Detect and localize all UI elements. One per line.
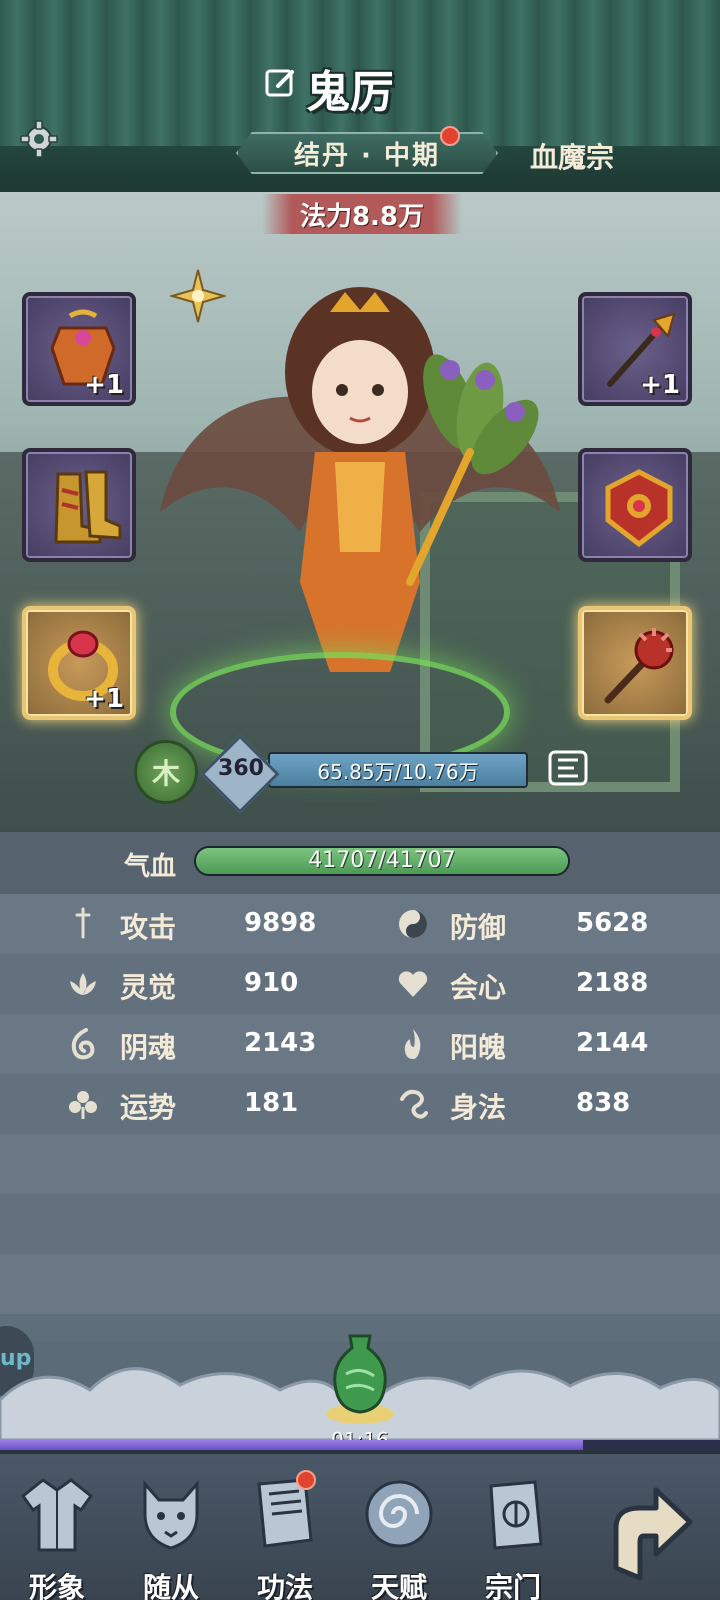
stat-defense-label: 防御 (450, 911, 507, 944)
stat-critical-label: 会心 (450, 971, 507, 1004)
empty-row (0, 1134, 720, 1194)
mace-icon (604, 628, 674, 704)
stat-yang-soul-value: 2144 (576, 1028, 649, 1058)
spirit-icon (71, 1028, 95, 1060)
hp-label: 气血 (124, 852, 177, 882)
empty-row (0, 1254, 720, 1314)
lotus-icon (70, 973, 96, 995)
wolf-icon (143, 1480, 199, 1550)
flame-icon (404, 1029, 421, 1059)
vase-icon[interactable] (324, 1330, 396, 1426)
stat-attack-value: 9898 (244, 908, 317, 938)
exp-value: 65.85万/10.76万 (317, 760, 479, 784)
nav-followers-button[interactable]: 随从 (116, 1474, 226, 1600)
notification-dot (296, 1470, 316, 1490)
level-value: 360 (218, 756, 264, 781)
equip-slot-amulet[interactable] (578, 448, 692, 562)
timer-progress-bar (0, 1440, 720, 1450)
nav-talents-button[interactable]: 天赋 (344, 1474, 454, 1600)
yin-yang-icon (399, 910, 427, 938)
character-name: 鬼厉 (306, 67, 394, 118)
sparkle-icon[interactable] (170, 268, 226, 324)
stat-row: 阴魂 2143 阳魄 2144 (0, 1014, 720, 1074)
gear-icon[interactable] (20, 120, 58, 158)
armor-enhance-level: +1 (84, 370, 124, 400)
stat-row: 攻击 9898 防御 5628 (0, 894, 720, 954)
edit-icon[interactable] (264, 66, 298, 100)
hp-value: 41707/41707 (308, 848, 456, 873)
ring-enhance-level: +1 (84, 684, 124, 714)
stat-critical-value: 2188 (576, 968, 649, 998)
stat-luck-value: 181 (244, 1088, 299, 1118)
nav-techniques-button[interactable]: 功法 (230, 1470, 340, 1600)
sword-icon (75, 907, 91, 939)
empty-row (0, 1194, 720, 1254)
hp-row: 气血 41707/41707 (0, 832, 720, 894)
header-bar: 鬼厉 结丹 · 中期 血魔宗 (0, 0, 720, 192)
nav-sect-button[interactable]: 宗门 (458, 1474, 568, 1600)
nav-talents-label: 天赋 (370, 1571, 427, 1600)
stats-panel: 气血 41707/41707 攻击 9898 防御 5628 灵觉 910 会心… (0, 832, 720, 1342)
stat-defense-value: 5628 (576, 908, 649, 938)
spear-enhance-level: +1 (640, 370, 680, 400)
sect-token-icon (489, 1480, 543, 1550)
stat-yang-soul-label: 阳魄 (450, 1031, 507, 1064)
character-scene: 法力8.8万 +1 +1 +1 木 360 65.85万/10.76万 (0, 192, 720, 832)
stat-yin-soul-label: 阴魂 (120, 1031, 177, 1064)
equip-slot-armor[interactable]: +1 (22, 292, 136, 406)
swirl-icon (400, 1089, 428, 1119)
robe-icon (20, 1478, 94, 1552)
stat-attack-label: 攻击 (120, 911, 177, 944)
list-icon[interactable] (548, 748, 588, 788)
equip-slot-mace[interactable] (578, 606, 692, 720)
heart-icon (398, 971, 428, 997)
timer-progress-fill (0, 1440, 584, 1450)
equip-slot-spear[interactable]: +1 (578, 292, 692, 406)
stat-perception-value: 910 (244, 968, 299, 998)
vortex-icon (365, 1480, 433, 1548)
nav-appearance-button[interactable]: 形象 (2, 1474, 112, 1600)
amulet-icon (605, 469, 673, 548)
stat-agility-value: 838 (576, 1088, 631, 1118)
boots-icon (54, 470, 122, 544)
realm-label: 结丹 · 中期 (294, 140, 440, 171)
nav-sect-label: 宗门 (484, 1571, 541, 1600)
equip-slot-ring[interactable]: +1 (22, 606, 136, 720)
stat-perception-label: 灵觉 (120, 971, 177, 1004)
stat-agility-label: 身法 (450, 1091, 507, 1124)
nav-followers-label: 随从 (142, 1571, 199, 1600)
equip-slot-boots[interactable] (22, 448, 136, 562)
nav-techniques-label: 功法 (256, 1571, 313, 1600)
power-banner: 法力8.8万 (262, 194, 462, 234)
stat-row: 灵觉 910 会心 2188 (0, 954, 720, 1014)
stat-yin-soul-value: 2143 (244, 1028, 317, 1058)
nav-appearance-label: 形象 (28, 1571, 85, 1600)
clover-icon (69, 1091, 97, 1119)
element-badge[interactable]: 木 (134, 740, 198, 804)
bottom-nav: 形象 随从 功法 天赋 宗门 (0, 1450, 720, 1600)
back-arrow-button[interactable] (596, 1478, 700, 1588)
stat-row: 运势 181 身法 838 (0, 1074, 720, 1134)
stat-luck-label: 运势 (120, 1091, 177, 1124)
notification-dot (440, 126, 460, 146)
power-value: 法力8.8万 (299, 201, 425, 232)
sect-label[interactable]: 血魔宗 (530, 136, 614, 176)
element-label: 木 (151, 757, 180, 790)
